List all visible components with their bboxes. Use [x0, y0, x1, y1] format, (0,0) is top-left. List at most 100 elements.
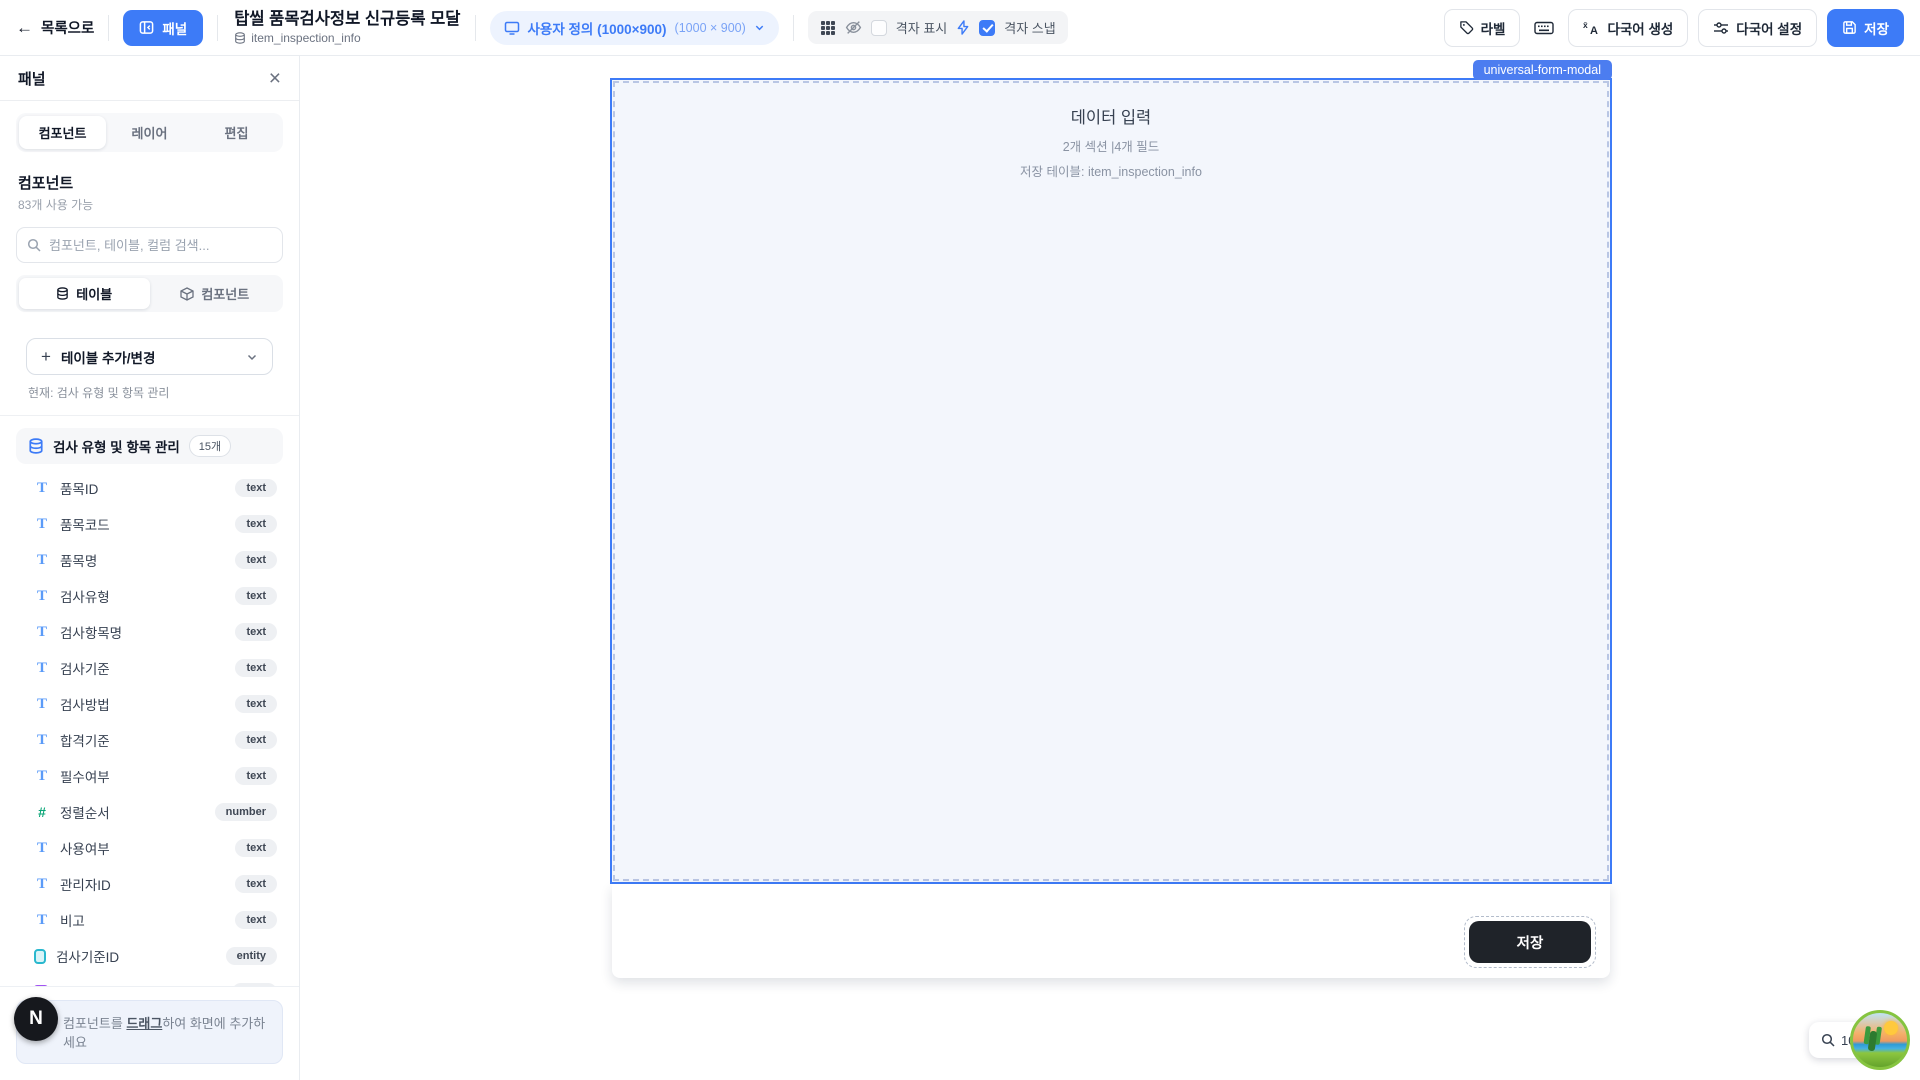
database-icon: [56, 287, 69, 300]
field-type-badge: text: [235, 479, 277, 497]
field-row[interactable]: T 검사방법 text: [16, 686, 283, 722]
modal-save-button[interactable]: 저장: [1469, 921, 1591, 963]
device-name: 사용자 정의 (1000×900): [528, 18, 667, 38]
add-table-label: 테이블 추가/변경: [61, 347, 155, 367]
grid-snap-label: 격자 스냅: [1004, 18, 1055, 37]
field-type-icon: T: [34, 624, 50, 641]
field-rows: T 품목ID text T 품목코드 text T 품목명 text T 검사유…: [16, 470, 283, 986]
form-modal-footer: 저장: [612, 884, 1610, 978]
field-name: 합격기준: [60, 730, 225, 750]
sliders-icon: [1713, 20, 1729, 36]
chevron-down-icon: [246, 351, 258, 363]
field-row[interactable]: T 검사항목명 text: [16, 614, 283, 650]
field-row[interactable]: T 검사기준 text: [16, 650, 283, 686]
eye-off-icon[interactable]: [845, 19, 862, 36]
chevron-down-icon: [754, 22, 765, 33]
field-row[interactable]: # 정렬순서 number: [16, 794, 283, 830]
table-group-header[interactable]: 검사 유형 및 항목 관리 15개: [16, 428, 283, 464]
save-button[interactable]: 저장: [1827, 9, 1904, 47]
field-type-badge: text: [235, 659, 277, 677]
tab-layers[interactable]: 레이어: [106, 116, 193, 149]
field-type-badge: number: [215, 803, 277, 821]
grid-options-group: 격자 표시 격자 스냅: [808, 11, 1068, 44]
i18n-settings-button[interactable]: 다국어 설정: [1698, 9, 1817, 47]
field-list: 검사 유형 및 항목 관리 15개 T 품목ID text T 품목코드 tex…: [0, 416, 299, 986]
table-group-name: 검사 유형 및 항목 관리: [53, 436, 180, 456]
grid-snap-checkbox[interactable]: [979, 20, 995, 36]
grid-show-checkbox[interactable]: [871, 20, 887, 36]
field-type-icon: T: [34, 768, 50, 785]
field-type-icon: T: [34, 876, 50, 893]
field-row[interactable]: T 검사유형 text: [16, 578, 283, 614]
field-row[interactable]: T 합격기준 text: [16, 722, 283, 758]
tag-icon: [1459, 20, 1474, 35]
database-icon: [28, 438, 44, 454]
tab-components[interactable]: 컴포넌트: [19, 116, 106, 149]
package-icon: [180, 287, 194, 301]
mode-table-button[interactable]: 테이블: [19, 278, 150, 309]
keyboard-icon: [1534, 20, 1554, 36]
field-name: 품목ID: [60, 478, 225, 498]
design-canvas[interactable]: universal-form-modal 데이터 입력 2개 섹션 |4개 필드…: [300, 56, 1920, 1080]
translate-icon: x̄A: [1583, 20, 1600, 36]
panel-left-icon: [139, 20, 154, 35]
save-button-label: 저장: [1864, 18, 1889, 38]
field-type-badge: text: [235, 731, 277, 749]
i18n-generate-label: 다국어 생성: [1607, 18, 1673, 38]
search-input[interactable]: [49, 238, 272, 253]
table-field-count-badge: 15개: [189, 435, 231, 457]
page-title: 탑씰 품목검사정보 신규등록 모달: [234, 10, 460, 30]
field-type-icon: [34, 949, 46, 964]
magnifier-icon: [1821, 1033, 1835, 1047]
device-size-select[interactable]: 사용자 정의 (1000×900) (1000 × 900): [490, 11, 779, 45]
current-table-label: 현재: 검사 유형 및 항목 관리: [28, 384, 271, 401]
field-row[interactable]: T 품목코드 text: [16, 506, 283, 542]
components-section-title: 컴포넌트: [18, 172, 281, 193]
field-row[interactable]: 검사기준ID entity: [16, 938, 283, 974]
keyboard-shortcuts-button[interactable]: [1530, 14, 1558, 42]
tab-edit[interactable]: 편집: [193, 116, 280, 149]
component-search[interactable]: [16, 227, 283, 263]
panel-toggle-button[interactable]: 패널: [123, 10, 203, 46]
panel-title: 패널: [18, 68, 46, 89]
back-label: 목록으로: [41, 17, 94, 38]
n-floating-badge[interactable]: N: [14, 997, 58, 1041]
field-row[interactable]: T 사용여부 text: [16, 830, 283, 866]
field-type-badge: text: [235, 623, 277, 641]
field-type-badge: entity: [226, 947, 277, 965]
form-modal-body[interactable]: 데이터 입력 2개 섹션 |4개 필드 저장 테이블: item_inspect…: [610, 78, 1612, 884]
field-type-icon: T: [34, 840, 50, 857]
field-name: 검사기준ID: [56, 946, 216, 966]
back-arrow-icon: ←: [16, 18, 33, 38]
field-name: 검사항목명: [60, 622, 225, 642]
field-row[interactable]: T 품목명 text: [16, 542, 283, 578]
field-type-badge: text: [235, 911, 277, 929]
close-icon[interactable]: ×: [269, 68, 281, 89]
modal-meta: 2개 섹션 |4개 필드: [612, 136, 1610, 155]
island-emoji-icon[interactable]: [1850, 1010, 1910, 1070]
left-panel: 패널 × 컴포넌트 레이어 편집 컴포넌트 83개 사용 가능 테이블 컴포넌트…: [0, 56, 300, 1080]
field-row[interactable]: T 관리자ID text: [16, 866, 283, 902]
plus-icon: +: [41, 347, 51, 367]
field-name: 품목코드: [60, 514, 225, 534]
mode-table-label: 테이블: [76, 284, 112, 303]
field-name: 정렬순서: [60, 802, 205, 822]
monitor-icon: [504, 20, 520, 36]
i18n-generate-button[interactable]: x̄A 다국어 생성: [1568, 9, 1688, 47]
page-title-block: 탑씰 품목검사정보 신규등록 모달 item_inspection_info: [234, 10, 460, 46]
back-to-list-button[interactable]: ← 목록으로: [16, 17, 94, 38]
add-table-dropdown[interactable]: + 테이블 추가/변경: [26, 338, 273, 375]
components-available-count: 83개 사용 가능: [18, 196, 281, 213]
field-row[interactable]: T 필수여부 text: [16, 758, 283, 794]
bound-table-name: item_inspection_info: [251, 31, 360, 45]
field-name: 필수여부: [60, 766, 225, 786]
field-row[interactable]: T 품목ID text: [16, 470, 283, 506]
device-size: (1000 × 900): [675, 21, 746, 35]
field-row[interactable]: T 비고 text: [16, 902, 283, 938]
panel-tabs: 컴포넌트 레이어 편집: [16, 113, 283, 152]
field-type-icon: T: [34, 732, 50, 749]
field-row[interactable]: 변경이력 date: [16, 974, 283, 986]
grid-icon[interactable]: [820, 20, 836, 36]
label-button[interactable]: 라벨: [1444, 9, 1521, 47]
mode-component-button[interactable]: 컴포넌트: [150, 278, 281, 309]
